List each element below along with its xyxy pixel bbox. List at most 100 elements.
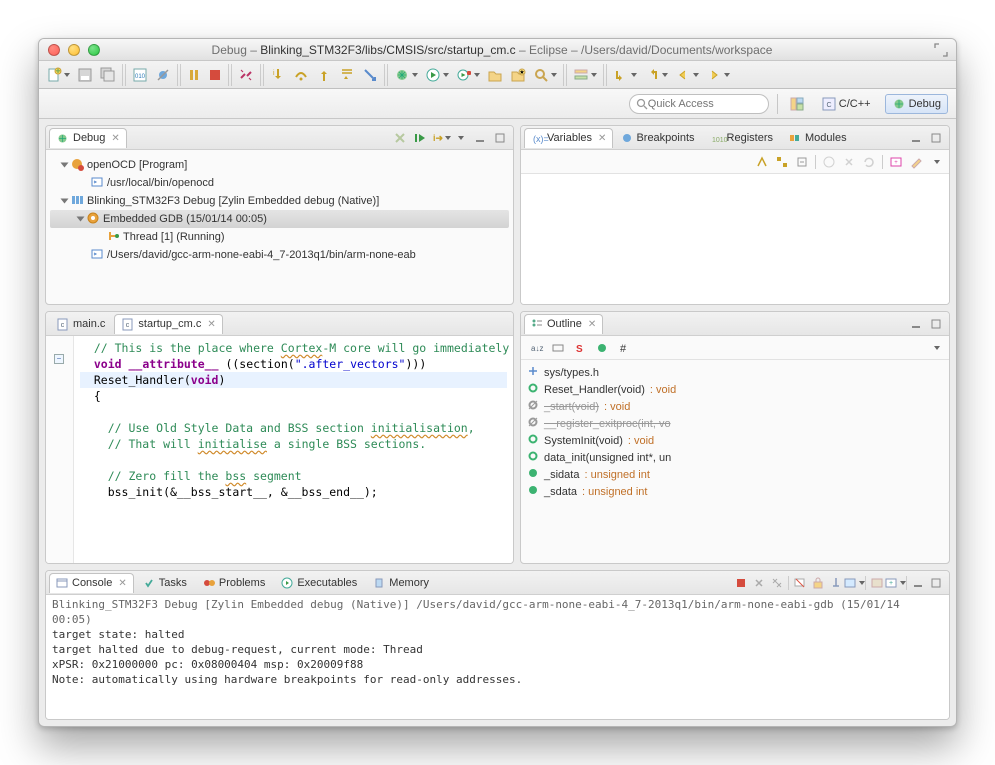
outline-item[interactable]: SystemInit(void) : void (527, 432, 943, 449)
new-button[interactable]: ✚ (43, 64, 73, 86)
expand-icon[interactable] (61, 163, 69, 168)
minimize-view-button[interactable] (909, 317, 923, 331)
fullscreen-icon[interactable] (934, 43, 948, 57)
close-icon[interactable]: ✕ (598, 133, 606, 144)
outline-item[interactable]: data_init(unsigned int*, un (527, 449, 943, 466)
tree-row[interactable]: Embedded GDB (15/01/14 00:05) (50, 210, 509, 228)
perspective-debug[interactable]: Debug (885, 94, 948, 114)
maximize-view-button[interactable] (929, 131, 943, 145)
step-into-button[interactable]: i (267, 64, 289, 86)
tree-row[interactable]: /usr/local/bin/openocd (50, 174, 509, 192)
maximize-view-button[interactable] (929, 576, 943, 590)
back-button[interactable] (672, 64, 702, 86)
open-folder-button[interactable]: ★ (507, 64, 529, 86)
minimize-view-button[interactable] (911, 576, 925, 590)
maximize-view-button[interactable] (929, 317, 943, 331)
save-all-button[interactable] (97, 64, 119, 86)
forward-button[interactable] (703, 64, 733, 86)
toggle-breadcrumb-button[interactable] (570, 64, 600, 86)
outline-item[interactable]: _sidata : unsigned int (527, 466, 943, 483)
editor-tab[interactable]: cstartup_cm.c✕ (114, 314, 222, 334)
console-body[interactable]: Blinking_STM32F3 Debug [Zylin Embedded d… (46, 595, 949, 719)
instruction-step-button[interactable] (359, 64, 381, 86)
expand-icon[interactable] (61, 199, 69, 204)
hide-inactive-button[interactable]: # (617, 341, 631, 355)
tab-tasks[interactable]: Tasks (136, 573, 194, 593)
step-over-button[interactable] (290, 64, 312, 86)
open-console-button[interactable]: + (888, 576, 902, 590)
zoom-window-button[interactable] (88, 44, 100, 56)
hide-static-button[interactable]: S (573, 341, 587, 355)
pause-button[interactable] (184, 64, 204, 86)
next-annotation-button[interactable] (610, 64, 640, 86)
close-icon[interactable]: ✕ (118, 578, 126, 589)
prev-annotation-button[interactable] (641, 64, 671, 86)
quick-access-input[interactable] (648, 98, 762, 110)
disconnect-button[interactable] (235, 64, 257, 86)
close-icon[interactable]: ✕ (111, 133, 119, 144)
resume-button[interactable] (413, 131, 427, 145)
tree-row[interactable]: Blinking_STM32F3 Debug [Zylin Embedded d… (50, 192, 509, 210)
show-type-button[interactable] (755, 155, 769, 169)
debug-launch-button[interactable] (391, 64, 421, 86)
maximize-view-button[interactable] (493, 131, 507, 145)
close-icon[interactable]: ✕ (207, 319, 215, 330)
expand-icon[interactable] (77, 217, 85, 222)
terminate-button[interactable] (205, 64, 225, 86)
outline-item[interactable]: Reset_Handler(void) : void (527, 381, 943, 398)
outline-item[interactable]: _start(void) : void (527, 398, 943, 415)
variables-body[interactable] (521, 174, 949, 304)
hide-fields-button[interactable] (551, 341, 565, 355)
scroll-lock-button[interactable] (811, 576, 825, 590)
save-button[interactable] (74, 64, 96, 86)
drop-to-frame-button[interactable] (336, 64, 358, 86)
tab-executables[interactable]: Executables (274, 573, 364, 593)
outline-item[interactable]: _sdata : unsigned int (527, 483, 943, 500)
new-project-button[interactable] (484, 64, 506, 86)
remove-all-button[interactable] (770, 576, 784, 590)
step-return-button[interactable] (313, 64, 335, 86)
minimize-view-button[interactable] (909, 131, 923, 145)
clear-console-button[interactable] (793, 576, 807, 590)
view-menu-button[interactable] (929, 155, 943, 169)
tree-row[interactable]: Thread [1] (Running) (50, 228, 509, 246)
tab-debug[interactable]: Debug ✕ (49, 128, 127, 148)
minimize-view-button[interactable] (473, 131, 487, 145)
sort-button[interactable]: a↓z (529, 341, 543, 355)
display-console-button[interactable] (847, 576, 861, 590)
show-console-button[interactable] (870, 576, 884, 590)
editor-gutter[interactable]: − (46, 336, 74, 563)
close-window-button[interactable] (48, 44, 60, 56)
tab-outline[interactable]: Outline✕ (524, 314, 603, 334)
outline-item[interactable]: __register_exitproc(int, vo (527, 415, 943, 432)
collapse-all-button[interactable] (795, 155, 809, 169)
view-menu-button[interactable] (929, 341, 943, 355)
remove-launch-button[interactable] (752, 576, 766, 590)
new-watch-button[interactable]: + (889, 155, 903, 169)
tab-breakpoints[interactable]: Breakpoints (615, 128, 701, 148)
open-perspective-button[interactable] (786, 93, 808, 115)
run-last-button[interactable] (453, 64, 483, 86)
refresh-button[interactable] (862, 155, 876, 169)
search-button[interactable] (530, 64, 560, 86)
outline-item[interactable]: sys/types.h (527, 364, 943, 381)
debug-tree[interactable]: openOCD [Program]/usr/local/bin/openocdB… (46, 150, 513, 304)
close-icon[interactable]: ✕ (588, 319, 596, 330)
editor-tab[interactable]: cmain.c (49, 314, 112, 334)
tab-registers[interactable]: 1010Registers (704, 128, 780, 148)
tab-variables[interactable]: (x)=Variables✕ (524, 128, 613, 148)
perspective-cpp[interactable]: C C/C++ (816, 95, 877, 113)
hide-nonpublic-button[interactable] (595, 341, 609, 355)
tab-console[interactable]: Console✕ (49, 573, 134, 593)
tab-modules[interactable]: Modules (782, 128, 854, 148)
view-menu-button[interactable] (453, 131, 467, 145)
add-global-button[interactable] (822, 155, 836, 169)
binary-button[interactable]: 010 (129, 64, 151, 86)
minimize-window-button[interactable] (68, 44, 80, 56)
remove-terminated-button[interactable] (393, 131, 407, 145)
tree-row[interactable]: openOCD [Program] (50, 156, 509, 174)
run-button[interactable] (422, 64, 452, 86)
tree-row[interactable]: /Users/david/gcc-arm-none-eabi-4_7-2013q… (50, 246, 509, 264)
remove-button[interactable] (842, 155, 856, 169)
edit-button[interactable] (909, 155, 923, 169)
